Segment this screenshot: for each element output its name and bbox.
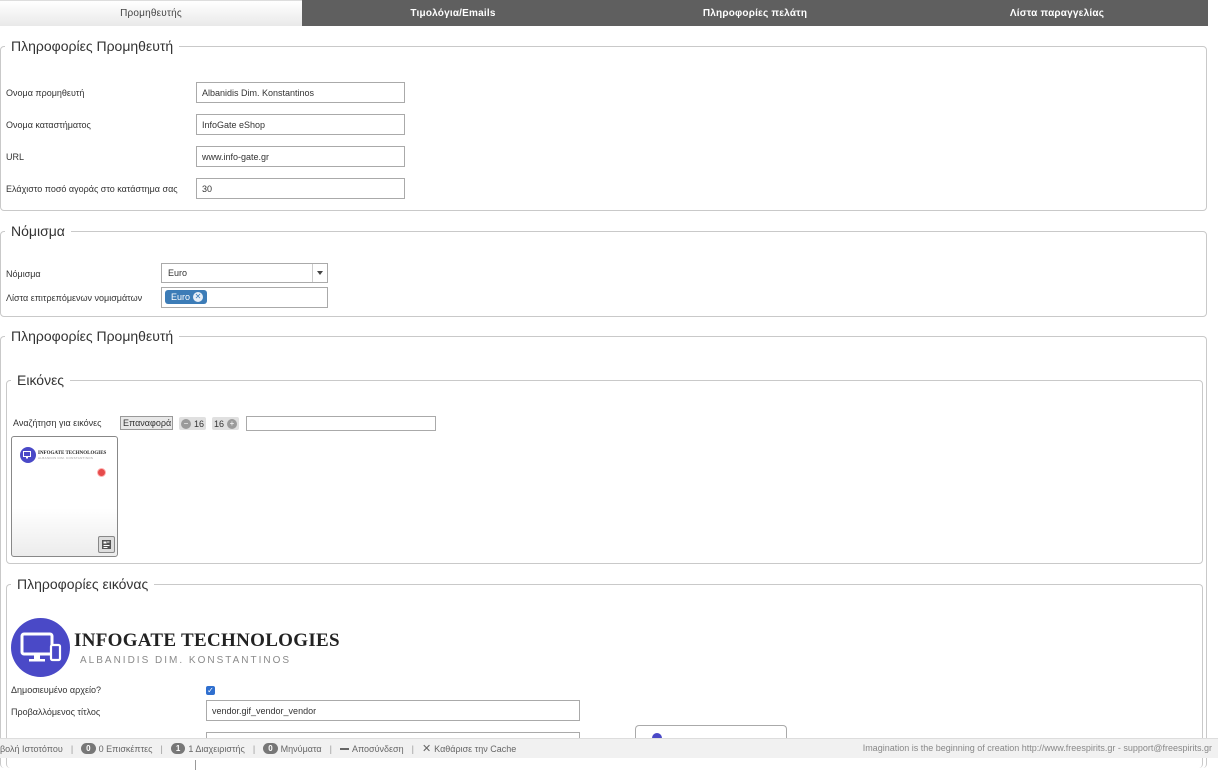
currency-select-value: Euro: [168, 268, 188, 278]
vendor-info2-legend: Πληροφορίες Προμηθευτή: [11, 328, 174, 344]
min-amount-label: Ελάχιστο ποσό αγοράς στο κατάστημα σας: [6, 184, 178, 194]
logo-subtitle: ALBANIDIS DIM. KONSTANTINOS: [80, 654, 292, 666]
separator: |: [160, 743, 163, 754]
reset-button[interactable]: Επαναφορά: [120, 416, 173, 430]
published-checkbox[interactable]: ✓: [206, 686, 215, 695]
thumbnail-logo-subtitle: ALBANIDIS DIM. KONSTANTINOS: [38, 455, 94, 460]
chevron-down-icon[interactable]: [312, 264, 327, 282]
broom-icon: ✕: [421, 743, 432, 755]
display-title-input[interactable]: vendor.gif_vendor_vendor: [206, 700, 580, 721]
currency-select[interactable]: Euro: [161, 263, 328, 283]
thumbnail-logo: INFOGATE TECHNOLOGIES ALBANIDIS DIM. KON…: [20, 447, 106, 463]
admins-link[interactable]: 1 1 Διαχειριστής: [170, 743, 245, 754]
store-name-input[interactable]: InfoGate eShop: [196, 114, 405, 135]
image-info-legend: Πληροφορίες εικόνας: [17, 576, 149, 592]
visitors-badge: 0: [81, 743, 96, 754]
plus-icon[interactable]: +: [227, 418, 238, 429]
visitors-label: 0 Επισκέπτες: [98, 743, 153, 754]
vendor-name-label: Ονομα προμηθευτή: [6, 88, 85, 98]
url-input[interactable]: www.info-gate.gr: [196, 146, 405, 167]
status-bar: βολή Ιστοτόπου | 0 0 Επισκέπτες | 1 1 Δι…: [0, 738, 1218, 758]
view-site-link[interactable]: βολή Ιστοτόπου: [0, 744, 63, 754]
messages-link[interactable]: 0 Μηνύματα: [263, 743, 322, 754]
separator: |: [252, 743, 256, 754]
tab-vendor[interactable]: Προμηθευτής: [0, 0, 302, 26]
tab-customer-info[interactable]: Πληροφορίες πελάτη: [604, 0, 906, 26]
visitors-link[interactable]: 0 0 Επισκέπτες: [81, 743, 153, 754]
pager-right-value: 16: [214, 418, 225, 429]
currency-chip: Euro ✕: [165, 290, 208, 304]
clear-cache-label: Καθάρισε την Cache: [434, 743, 517, 754]
published-label: Δημοσιευμένο αρχείο?: [11, 685, 101, 695]
images-fieldset: Εικόνες: [6, 372, 1203, 564]
currency-label: Νόμισμα: [6, 269, 41, 279]
footer-tagline: Imagination is the beginning of creation…: [862, 743, 1212, 753]
pager-right: 16 +: [212, 417, 240, 430]
logout-link[interactable]: Αποσύνδεση: [339, 743, 404, 754]
tab-bar: Προμηθευτής Τιμολόγια/Emails Πληροφορίες…: [0, 0, 1208, 26]
separator: |: [70, 743, 74, 754]
tab-order-list[interactable]: Λίστα παραγγελίας: [906, 0, 1208, 26]
separator: |: [329, 743, 332, 754]
display-title-label: Προβαλλόμενος τίτλος: [11, 707, 101, 717]
pager-left-value: 16: [194, 418, 205, 429]
min-amount-input[interactable]: 30: [196, 178, 405, 199]
messages-label: Μηνύματα: [280, 743, 322, 754]
image-search-input[interactable]: [246, 416, 436, 431]
vendor-info-legend: Πληροφορίες Προμηθευτή: [11, 38, 174, 54]
bottom-divider: [195, 760, 196, 770]
images-legend: Εικόνες: [17, 372, 65, 388]
thumbnail-logo-icon: [20, 447, 36, 463]
edit-image-icon[interactable]: [98, 536, 115, 553]
admins-badge: 1: [170, 743, 186, 754]
allowed-currencies-label: Λίστα επιτρεπόμενων νομισμάτων: [6, 293, 143, 303]
messages-badge: 0: [263, 743, 278, 754]
logout-label: Αποσύνδεση: [351, 743, 404, 754]
url-label: URL: [6, 152, 25, 162]
clear-cache-link[interactable]: ✕ Καθάρισε την Cache: [422, 742, 516, 755]
devices-icon: [11, 618, 70, 677]
image-thumbnail[interactable]: INFOGATE TECHNOLOGIES ALBANIDIS DIM. KON…: [11, 436, 118, 557]
logo-title: INFOGATE TECHNOLOGIES: [74, 629, 340, 651]
remove-chip-icon[interactable]: ✕: [193, 292, 204, 302]
separator: |: [411, 743, 414, 754]
minus-icon[interactable]: −: [181, 418, 191, 429]
currency-legend: Νόμισμα: [11, 223, 65, 239]
vendor-info-fieldset: Πληροφορίες Προμηθευτή: [0, 38, 1207, 211]
store-name-label: Ονομα καταστήματος: [6, 120, 91, 130]
admins-label: 1 Διαχειριστής: [188, 743, 245, 754]
currency-chip-label: Euro: [171, 292, 191, 302]
preview-box: [635, 725, 787, 739]
tab-invoices-emails[interactable]: Τιμολόγια/Emails: [302, 0, 604, 26]
pager-left: − 16: [179, 417, 207, 430]
image-preview: INFOGATE TECHNOLOGIES ALBANIDIS DIM. KON…: [11, 618, 340, 677]
delete-icon[interactable]: [97, 468, 106, 477]
image-search-label: Αναζήτηση για εικόνες: [13, 418, 102, 428]
vendor-name-input[interactable]: Albanidis Dim. Konstantinos: [196, 82, 405, 103]
logout-icon: [339, 747, 349, 750]
